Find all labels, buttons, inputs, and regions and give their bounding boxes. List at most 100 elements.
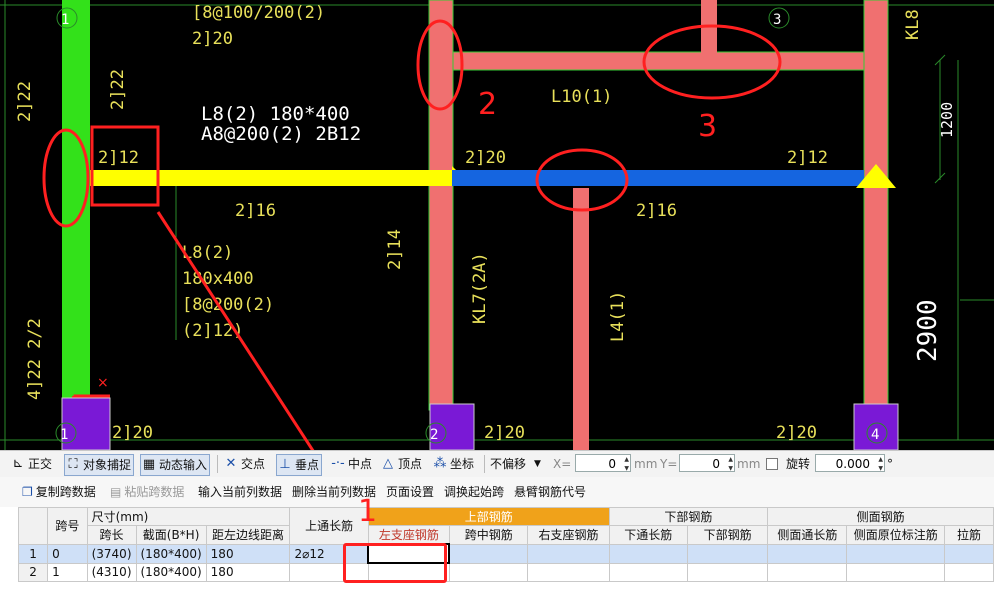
rebar-bottom-220c: 2]20 bbox=[776, 423, 817, 443]
header-top-rebar-group: 上部钢筋 bbox=[367, 507, 610, 526]
vertex-icon: △ bbox=[383, 456, 393, 471]
span-data-grid[interactable]: 跨号 尺寸(mm) 上通长筋 上部钢筋 下部钢筋 侧面钢筋 跨长 截面(B*H)… bbox=[0, 507, 994, 614]
rebar-mid-216: 2]16 bbox=[235, 201, 276, 221]
dim-2900: 2900 bbox=[913, 299, 943, 362]
cell-section[interactable]: (180*400) bbox=[135, 543, 207, 564]
beam-l8-label-1: L8(2) 180*400 bbox=[201, 103, 350, 125]
rebar-side-214: 2]14 bbox=[385, 229, 405, 270]
coordinate-icon: ⁂ bbox=[433, 456, 447, 471]
axis-label-2: 2 bbox=[430, 427, 438, 443]
dynamic-input-icon: ▦ bbox=[142, 457, 156, 472]
table-row[interactable]: 2 1 (4310) (180*400) 180 bbox=[17, 562, 994, 582]
rotate-checkbox[interactable] bbox=[766, 458, 778, 470]
paste-span-button[interactable]: ▤ 粘贴跨数据 bbox=[110, 483, 184, 501]
cell-side-orig[interactable] bbox=[846, 562, 946, 582]
cell-span[interactable]: 1 bbox=[47, 562, 88, 582]
cell-left-support[interactable] bbox=[367, 562, 450, 582]
y-unit: mm bbox=[737, 457, 761, 471]
cell-bottom-bar[interactable] bbox=[686, 562, 769, 582]
rebar-col-222b: 2]22 bbox=[15, 81, 35, 122]
header-right-support[interactable]: 右支座钢筋 bbox=[527, 525, 610, 545]
header-row-index bbox=[17, 507, 49, 545]
cell-bottom-bar[interactable] bbox=[686, 543, 769, 564]
annotation-number-3: 3 bbox=[698, 109, 717, 144]
cell-mid-span[interactable] bbox=[448, 543, 529, 564]
cell-right-support[interactable] bbox=[527, 543, 610, 564]
header-left-support[interactable]: 左支座钢筋 bbox=[367, 525, 450, 545]
object-snap-icon: ⛶ bbox=[68, 457, 78, 472]
rebar-left-422: 4]22 2/2 bbox=[25, 318, 45, 400]
rebar-top-stirrup: [8@100/200(2) bbox=[192, 3, 325, 23]
cell-tie[interactable] bbox=[944, 562, 994, 582]
cell-side-through[interactable] bbox=[767, 562, 848, 582]
midpoint-icon: -·- bbox=[331, 456, 345, 471]
header-tie[interactable]: 拉筋 bbox=[944, 525, 994, 545]
cell-section[interactable]: (180*400) bbox=[135, 562, 207, 582]
coordinate-snap[interactable]: ⁂ 坐标 bbox=[432, 454, 475, 474]
beam-axis4[interactable] bbox=[863, 0, 889, 411]
cell-side-through[interactable] bbox=[767, 543, 848, 564]
axis-label-1-top: 1 bbox=[61, 12, 69, 28]
beam-l8-span1[interactable] bbox=[452, 170, 864, 186]
cell-dist[interactable]: 180 bbox=[205, 562, 291, 582]
cell-tie[interactable] bbox=[944, 543, 994, 564]
table-row[interactable]: 1 0 (3740) (180*400) 180 2⌀12 bbox=[17, 543, 994, 564]
cell-dist[interactable]: 180 bbox=[205, 543, 291, 564]
y-label: Y= bbox=[660, 457, 678, 471]
swap-start-span-button[interactable]: 调换起始跨 bbox=[444, 483, 504, 501]
offset-select[interactable]: 不偏移 ▼ bbox=[490, 454, 541, 474]
cell-bottom-through[interactable] bbox=[608, 562, 688, 582]
y-input[interactable]: 0 bbox=[679, 454, 735, 473]
intersection-snap[interactable]: ✕ 交点 bbox=[223, 454, 265, 474]
header-mid-span[interactable]: 跨中钢筋 bbox=[448, 525, 529, 545]
vertex-snap[interactable]: △ 顶点 bbox=[380, 454, 422, 474]
beam-l4[interactable] bbox=[573, 188, 589, 450]
rotate-input[interactable]: 0.000 bbox=[815, 454, 885, 473]
beam-l8-side-2: 180x400 bbox=[182, 269, 254, 289]
dynamic-input-toggle[interactable]: ▦ 动态输入 bbox=[140, 454, 211, 476]
header-bottom-through[interactable]: 下通长筋 bbox=[608, 525, 688, 545]
cell-right-support[interactable] bbox=[527, 562, 610, 582]
cell-length[interactable]: (4310) bbox=[86, 562, 137, 582]
x-input[interactable]: 0 bbox=[575, 454, 631, 473]
header-side-rebar-group: 侧面钢筋 bbox=[767, 507, 994, 526]
snap-toolbar: ⊾ 正交 ⛶ 对象捕捉 ▦ 动态输入 ✕ 交点 ⊥ 垂点 -·- 中点 △ 顶点 ⁂ 坐标 不偏… bbox=[0, 450, 994, 478]
header-bottom-bar[interactable]: 下部钢筋 bbox=[686, 525, 769, 545]
beam-l8-side-3: [8@200(2) bbox=[182, 295, 274, 315]
input-current-column-button[interactable]: 输入当前列数据 bbox=[198, 483, 282, 501]
beam-kl8-label: KL8 bbox=[903, 9, 923, 40]
beam-kl7[interactable] bbox=[428, 0, 454, 411]
copy-span-button[interactable]: ❐ 复制跨数据 bbox=[22, 483, 96, 501]
object-snap-toggle[interactable]: ⛶ 对象捕捉 bbox=[64, 454, 135, 476]
cell-mid-span[interactable] bbox=[448, 562, 529, 582]
header-size-group: 尺寸(mm) bbox=[86, 507, 291, 526]
cell-span[interactable]: 0 bbox=[47, 543, 88, 564]
cursor-x-marker: × bbox=[97, 375, 109, 391]
beam-l4-label: L4(1) bbox=[608, 291, 628, 342]
beam-l8-span0[interactable] bbox=[90, 170, 452, 186]
cell-top-through[interactable] bbox=[289, 562, 369, 582]
x-label: X= bbox=[553, 457, 572, 471]
midpoint-snap[interactable]: -·- 中点 bbox=[330, 454, 372, 474]
cell-side-orig[interactable] bbox=[846, 543, 946, 564]
cell-length[interactable]: (3740) bbox=[86, 543, 137, 564]
axis-label-4: 4 bbox=[871, 427, 879, 443]
cell-left-support-active[interactable] bbox=[367, 543, 451, 564]
rebar-right-212: 2]12 bbox=[787, 148, 828, 168]
header-side-orig[interactable]: 侧面原位标注筋 bbox=[846, 525, 946, 545]
row-index: 2 bbox=[17, 562, 49, 582]
beam-plan-drawing[interactable]: 1 3 1 2 4 1200 2900 [8@100/200(2) 2]20 2… bbox=[0, 0, 994, 450]
rotate-toggle[interactable]: 旋转 bbox=[766, 454, 810, 474]
cell-bottom-through[interactable] bbox=[608, 543, 688, 564]
ortho-toggle[interactable]: ⊾ 正交 bbox=[10, 454, 52, 474]
beam-l10-label: L10(1) bbox=[551, 87, 612, 107]
cad-drawing-canvas[interactable]: 1 3 1 2 4 1200 2900 [8@100/200(2) 2]20 2… bbox=[0, 0, 994, 450]
perpendicular-icon: ⊥ bbox=[279, 457, 291, 472]
beam-l10[interactable] bbox=[452, 51, 865, 71]
header-side-through[interactable]: 侧面通长筋 bbox=[767, 525, 848, 545]
rebar-mid-220: 2]20 bbox=[465, 148, 506, 168]
cantilever-code-button[interactable]: 悬臂钢筋代号 bbox=[514, 483, 586, 501]
cell-top-through[interactable]: 2⌀12 bbox=[289, 543, 369, 564]
page-setup-button[interactable]: 页面设置 bbox=[386, 483, 434, 501]
perpendicular-snap[interactable]: ⊥ 垂点 bbox=[276, 454, 323, 476]
